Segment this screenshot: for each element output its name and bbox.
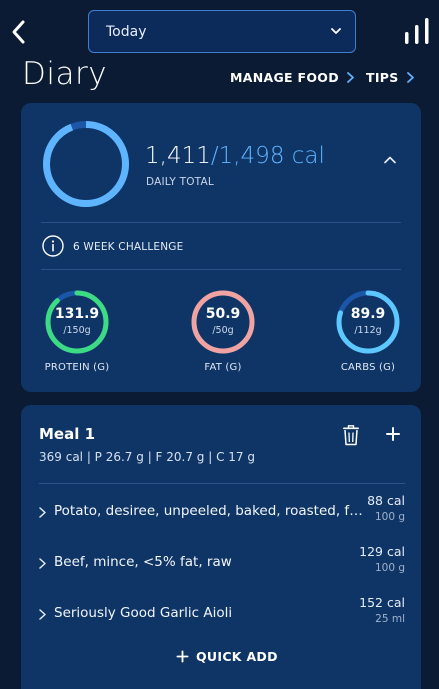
food-amount: 100 g	[374, 562, 405, 574]
date-select-value: Today	[106, 23, 147, 40]
chevron-down-icon	[331, 28, 341, 34]
fat-label: FAT (G)	[204, 362, 242, 373]
fat-value: 50.9	[205, 306, 241, 322]
add-food-icon[interactable]	[385, 426, 401, 442]
page-title: Diary	[22, 56, 108, 92]
food-name: Seriously Good Garlic Aioli	[54, 605, 233, 621]
chevron-right-icon	[346, 72, 354, 83]
food-name: Potato, desiree, unpeeled, baked, roaste…	[54, 503, 364, 519]
chevron-right-icon	[39, 507, 46, 518]
quick-add-button[interactable]: QUICK ADD	[176, 649, 278, 664]
chevron-right-icon	[39, 558, 46, 569]
plus-icon	[176, 650, 189, 663]
quick-add-label: QUICK ADD	[196, 649, 278, 664]
trash-icon[interactable]	[342, 424, 360, 446]
food-item[interactable]: Potato, desiree, unpeeled, baked, roaste…	[39, 493, 405, 533]
food-calories: 152 cal	[359, 595, 405, 610]
chevron-right-icon	[406, 72, 414, 83]
protein-target: /150g	[63, 325, 91, 336]
food-calories: 88 cal	[367, 493, 405, 508]
back-button[interactable]	[8, 18, 32, 46]
tips-label: TIPS	[366, 70, 399, 85]
fat-progress-ring	[191, 290, 255, 354]
meal-summary: 369 cal | P 26.7 g | F 20.7 g | C 17 g	[39, 450, 255, 464]
calorie-target: /1,498 cal	[210, 143, 325, 169]
food-item[interactable]: Seriously Good Garlic Aioli 152 cal 25 m…	[39, 595, 405, 635]
protein-label: PROTEIN (G)	[44, 362, 110, 373]
food-amount: 100 g	[374, 511, 405, 523]
divider	[41, 269, 401, 270]
carbs-value: 89.9	[350, 306, 386, 322]
chevron-up-icon[interactable]	[383, 155, 397, 165]
tips-link[interactable]: TIPS	[366, 70, 414, 85]
manage-food-link[interactable]: MANAGE FOOD	[230, 70, 354, 85]
food-calories: 129 cal	[359, 544, 405, 559]
challenge-label[interactable]: 6 WEEK CHALLENGE	[73, 241, 183, 253]
info-icon[interactable]	[42, 235, 64, 257]
carbs-progress-ring	[336, 290, 400, 354]
food-name: Beef, mince, <5% fat, raw	[54, 554, 232, 570]
calorie-progress-ring	[43, 121, 129, 207]
food-amount: 25 ml	[375, 613, 405, 625]
divider	[39, 483, 405, 484]
carbs-macro: 89.9 /112g	[335, 289, 401, 359]
calories-consumed: 1,411	[145, 143, 211, 169]
protein-progress-ring	[45, 290, 109, 354]
carbs-target: /112g	[354, 325, 382, 336]
fat-macro: 50.9 /50g	[190, 289, 256, 359]
meal-title: Meal 1	[39, 425, 96, 443]
divider	[41, 222, 401, 223]
calorie-total: 1,411/1,498 cal	[145, 143, 325, 169]
chevron-right-icon	[39, 609, 46, 620]
fat-target: /50g	[212, 325, 234, 336]
date-select[interactable]: Today	[88, 10, 356, 53]
chevron-left-icon	[12, 20, 25, 44]
daily-total-label: DAILY TOTAL	[146, 176, 214, 188]
manage-food-label: MANAGE FOOD	[230, 70, 339, 85]
carbs-label: CARBS (G)	[340, 362, 396, 373]
stats-button[interactable]	[403, 17, 431, 45]
meal-card: Meal 1 369 cal | P 26.7 g | F 20.7 g | C…	[21, 405, 421, 689]
bar-chart-icon	[405, 18, 429, 44]
protein-value: 131.9	[54, 306, 100, 322]
daily-summary-card: 1,411/1,498 cal DAILY TOTAL 6 WEEK CHALL…	[21, 103, 421, 392]
protein-macro: 131.9 /150g	[44, 289, 110, 359]
food-item[interactable]: Beef, mince, <5% fat, raw 129 cal 100 g	[39, 544, 405, 584]
